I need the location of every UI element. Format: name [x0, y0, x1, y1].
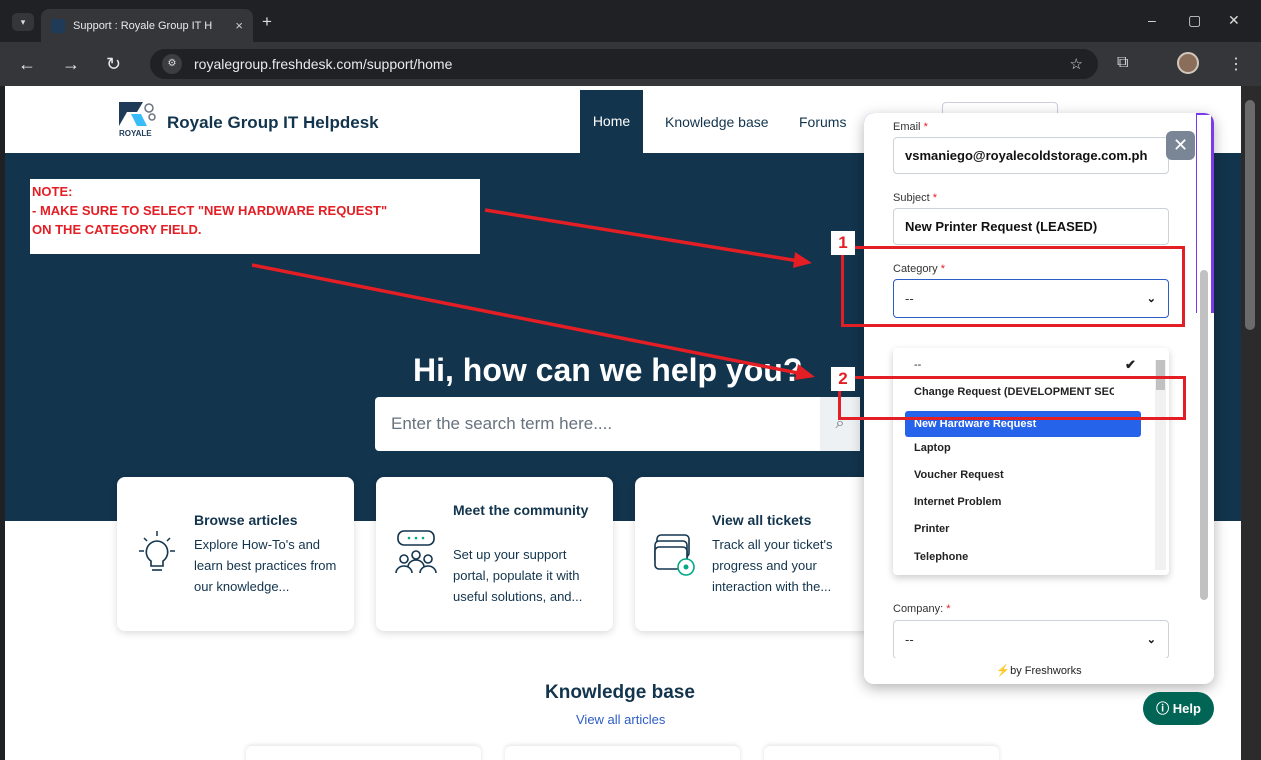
arrow-2-line	[251, 263, 809, 377]
arrow-1-line	[484, 208, 806, 264]
annotation-arrows	[251, 208, 815, 380]
arrow-1-head	[793, 252, 812, 268]
arrow-2-head	[795, 364, 815, 380]
